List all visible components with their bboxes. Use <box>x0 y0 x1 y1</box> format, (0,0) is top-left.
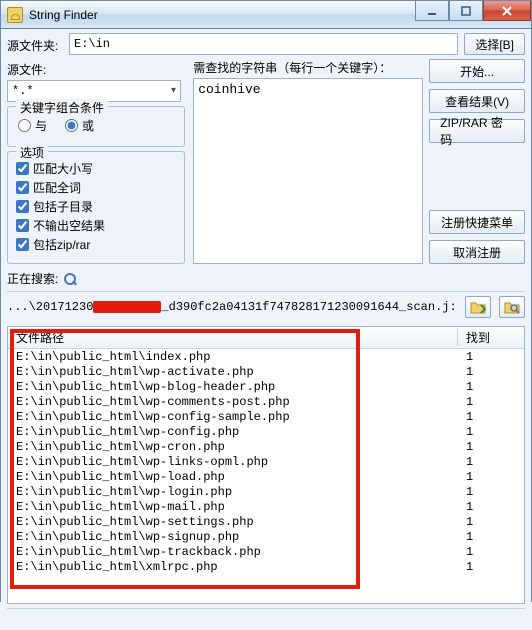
results-header: 文件路径 找到 <box>8 327 524 349</box>
table-row[interactable]: E:\in\public_html\wp-signup.php1 <box>8 529 524 544</box>
opt-whole[interactable]: 匹配全词 <box>16 179 176 196</box>
titlebar: String Finder <box>1 1 531 29</box>
window-buttons <box>415 1 531 28</box>
source-folder-value: E:\in <box>74 37 110 51</box>
radio-and[interactable]: 与 <box>18 117 47 134</box>
col-path-header[interactable]: 文件路径 <box>8 329 458 346</box>
maximize-button[interactable] <box>449 1 483 21</box>
cell-found: 1 <box>458 455 524 469</box>
cell-found: 1 <box>458 365 524 379</box>
magnifier-icon <box>64 273 76 285</box>
unregister-button[interactable]: 取消注册 <box>429 240 525 264</box>
keyword-group-legend: 关键字组合条件 <box>16 99 108 116</box>
cell-path: E:\in\public_html\wp-blog-header.php <box>8 380 458 394</box>
table-row[interactable]: E:\in\public_html\index.php1 <box>8 349 524 364</box>
view-results-button[interactable]: 查看结果(V) <box>429 89 525 113</box>
cell-path: E:\in\public_html\wp-trackback.php <box>8 545 458 559</box>
opt-subdir[interactable]: 包括子目录 <box>16 198 176 215</box>
close-button[interactable] <box>483 1 531 21</box>
status-row: ...\20171230_d390fc2a04131f7478281712300… <box>7 292 525 322</box>
opt-noempty[interactable]: 不输出空结果 <box>16 217 176 234</box>
cell-path: E:\in\public_html\wp-login.php <box>8 485 458 499</box>
open-folder-button[interactable] <box>465 296 491 318</box>
table-row[interactable]: E:\in\public_html\wp-settings.php1 <box>8 514 524 529</box>
cell-path: E:\in\public_html\xmlrpc.php <box>8 560 458 574</box>
register-menu-button[interactable]: 注册快捷菜单 <box>429 210 525 234</box>
table-row[interactable]: E:\in\public_html\wp-mail.php1 <box>8 499 524 514</box>
cell-path: E:\in\public_html\wp-signup.php <box>8 530 458 544</box>
opt-case[interactable]: 匹配大小写 <box>16 160 176 177</box>
table-row[interactable]: E:\in\public_html\wp-cron.php1 <box>8 439 524 454</box>
statusbar <box>7 608 525 626</box>
cell-found: 1 <box>458 410 524 424</box>
options-group: 选项 匹配大小写 匹配全词 包括子目录 不输出空结果 包括zip/rar <box>7 151 185 264</box>
file-pattern-value: *.* <box>12 84 34 98</box>
cell-found: 1 <box>458 440 524 454</box>
cell-path: E:\in\public_html\wp-config.php <box>8 425 458 439</box>
keyword-combine-group: 关键字组合条件 与 或 <box>7 106 185 147</box>
options-legend: 选项 <box>16 144 48 161</box>
table-row[interactable]: E:\in\public_html\wp-links-opml.php1 <box>8 454 524 469</box>
cell-found: 1 <box>458 515 524 529</box>
results-table: 文件路径 找到 E:\in\public_html\index.php1E:\i… <box>7 326 525 604</box>
search-strings-label: 需查找的字符串（每行一个关键字）： <box>193 59 423 76</box>
table-row[interactable]: E:\in\public_html\wp-config.php1 <box>8 424 524 439</box>
table-row[interactable]: E:\in\public_html\wp-config-sample.php1 <box>8 409 524 424</box>
cell-path: E:\in\public_html\index.php <box>8 350 458 364</box>
radio-or[interactable]: 或 <box>65 117 94 134</box>
window-title: String Finder <box>29 8 415 22</box>
cell-found: 1 <box>458 470 524 484</box>
opt-zip[interactable]: 包括zip/rar <box>16 236 176 253</box>
table-row[interactable]: E:\in\public_html\wp-load.php1 <box>8 469 524 484</box>
redacted-bar <box>93 301 161 313</box>
table-row[interactable]: E:\in\public_html\wp-login.php1 <box>8 484 524 499</box>
source-folder-label: 源文件夹: <box>7 35 69 54</box>
content-area: 源文件夹: E:\in 选择[B] 源文件: *.* ▾ 关键字组合条件 与 <box>1 29 531 630</box>
table-row[interactable]: E:\in\public_html\wp-blog-header.php1 <box>8 379 524 394</box>
middle-panel: 需查找的字符串（每行一个关键字）： <box>193 59 423 264</box>
table-row[interactable]: E:\in\public_html\wp-comments-post.php1 <box>8 394 524 409</box>
radio-or-input[interactable] <box>65 119 78 132</box>
searching-label: 正在搜索: <box>7 270 58 287</box>
cell-path: E:\in\public_html\wp-cron.php <box>8 440 458 454</box>
cell-found: 1 <box>458 425 524 439</box>
cell-found: 1 <box>458 500 524 514</box>
cell-found: 1 <box>458 545 524 559</box>
app-icon <box>7 7 23 23</box>
cell-found: 1 <box>458 530 524 544</box>
cell-path: E:\in\public_html\wp-activate.php <box>8 365 458 379</box>
cell-path: E:\in\public_html\wp-config-sample.php <box>8 410 458 424</box>
table-row[interactable]: E:\in\public_html\wp-trackback.php1 <box>8 544 524 559</box>
cell-found: 1 <box>458 350 524 364</box>
source-folder-input[interactable]: E:\in <box>69 33 458 55</box>
find-in-folder-button[interactable] <box>499 296 525 318</box>
zip-password-button[interactable]: ZIP/RAR 密码 <box>429 119 525 143</box>
left-panel: 源文件: *.* ▾ 关键字组合条件 与 或 <box>7 59 185 264</box>
cell-found: 1 <box>458 485 524 499</box>
radio-and-input[interactable] <box>18 119 31 132</box>
dropdown-arrow-icon: ▾ <box>171 85 176 97</box>
search-strings-input[interactable] <box>193 78 423 264</box>
status-text: ...\20171230_d390fc2a04131f7478281712300… <box>7 300 457 314</box>
cell-path: E:\in\public_html\wp-comments-post.php <box>8 395 458 409</box>
right-buttons: 开始... 查看结果(V) ZIP/RAR 密码 注册快捷菜单 取消注册 <box>429 59 525 264</box>
minimize-button[interactable] <box>415 1 449 21</box>
source-file-label: 源文件: <box>7 59 69 78</box>
col-found-header[interactable]: 找到 <box>458 329 524 346</box>
cell-found: 1 <box>458 380 524 394</box>
cell-found: 1 <box>458 395 524 409</box>
cell-path: E:\in\public_html\wp-mail.php <box>8 500 458 514</box>
cell-path: E:\in\public_html\wp-settings.php <box>8 515 458 529</box>
cell-path: E:\in\public_html\wp-load.php <box>8 470 458 484</box>
table-row[interactable]: E:\in\public_html\xmlrpc.php1 <box>8 559 524 574</box>
cell-path: E:\in\public_html\wp-links-opml.php <box>8 455 458 469</box>
cell-found: 1 <box>458 560 524 574</box>
results-body: E:\in\public_html\index.php1E:\in\public… <box>8 349 524 574</box>
start-button[interactable]: 开始... <box>429 59 525 83</box>
browse-button[interactable]: 选择[B] <box>464 33 525 55</box>
searching-row: 正在搜索: <box>7 266 525 292</box>
table-row[interactable]: E:\in\public_html\wp-activate.php1 <box>8 364 524 379</box>
source-folder-row: 源文件夹: E:\in 选择[B] <box>7 33 525 55</box>
